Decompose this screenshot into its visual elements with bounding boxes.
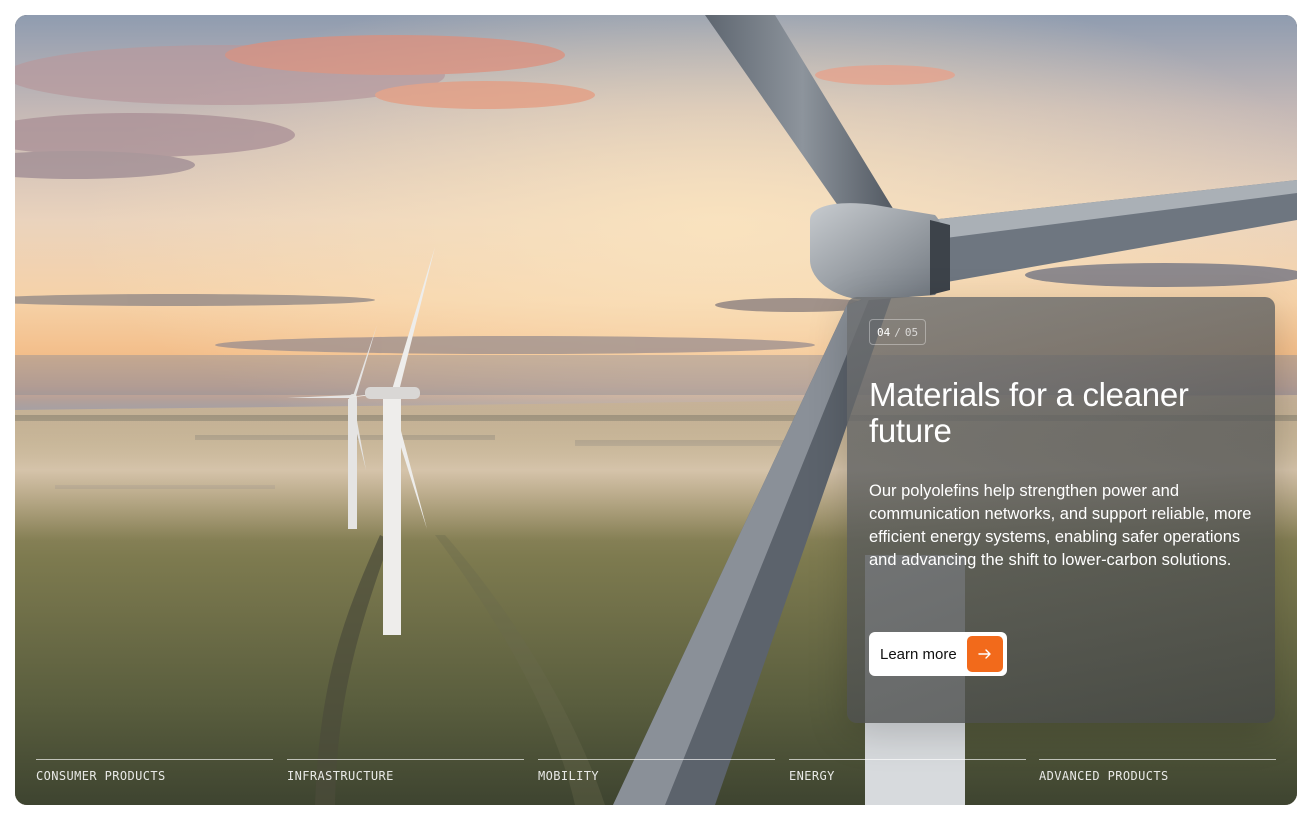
- slide-counter: 04 / 05: [869, 319, 927, 345]
- slide-description: Our polyolefins help strengthen power an…: [869, 482, 1252, 569]
- category-label: MOBILITY: [538, 769, 599, 783]
- category-label: CONSUMER PRODUCTS: [36, 769, 166, 783]
- feature-card: 04 / 05 Materials for a cleaner future O…: [847, 297, 1275, 723]
- slide-title: Materials for a cleaner future: [869, 376, 1189, 449]
- slide-current: 04: [877, 325, 891, 339]
- hero-section: 04 / 05 Materials for a cleaner future O…: [15, 15, 1297, 805]
- category-label: ENERGY: [789, 769, 835, 783]
- category-nav: CONSUMER PRODUCTS INFRASTRUCTURE MOBILIT…: [36, 759, 1276, 789]
- category-tab-energy[interactable]: ENERGY: [789, 759, 1026, 789]
- category-label: ADVANCED PRODUCTS: [1039, 769, 1169, 783]
- category-tab-advanced-products[interactable]: ADVANCED PRODUCTS: [1039, 759, 1276, 789]
- category-tab-infrastructure[interactable]: INFRASTRUCTURE: [287, 759, 524, 789]
- arrow-right-icon: [967, 636, 1003, 672]
- slide-total: 05: [904, 325, 919, 339]
- category-tab-mobility[interactable]: MOBILITY: [538, 759, 775, 789]
- learn-more-label: Learn more: [880, 645, 957, 663]
- category-tab-consumer-products[interactable]: CONSUMER PRODUCTS: [36, 759, 273, 789]
- learn-more-button[interactable]: Learn more: [869, 632, 1007, 676]
- category-label: INFRASTRUCTURE: [287, 769, 394, 783]
- slide-separator: /: [894, 325, 901, 339]
